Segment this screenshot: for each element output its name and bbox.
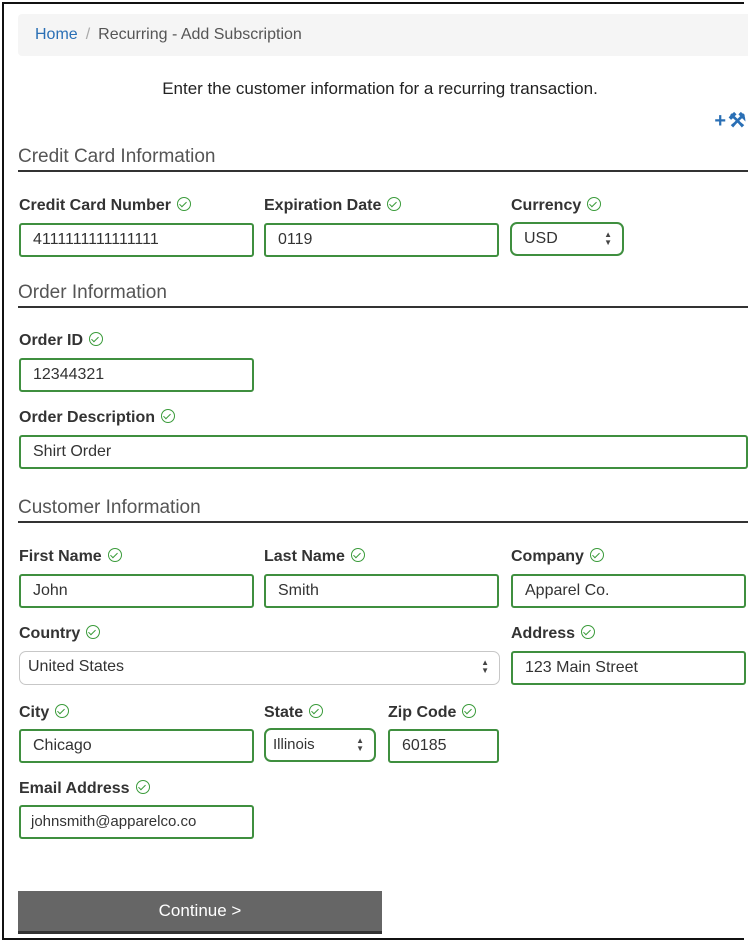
valid-check-icon bbox=[589, 548, 604, 562]
valid-check-icon bbox=[107, 548, 122, 562]
city-label: City bbox=[19, 703, 70, 722]
company-label: Company bbox=[511, 547, 604, 566]
country-select[interactable]: United States ▲ ▼ bbox=[19, 651, 500, 685]
last-name-label: Last Name bbox=[264, 547, 365, 566]
valid-check-icon bbox=[462, 704, 477, 718]
first-name-input[interactable]: John bbox=[19, 574, 254, 608]
state-label: State bbox=[264, 703, 324, 722]
select-arrows-icon: ▲ ▼ bbox=[356, 736, 364, 753]
wrench-icon[interactable]: ⚒ bbox=[728, 110, 748, 132]
address-label: Address bbox=[511, 624, 596, 643]
expiration-date-input[interactable]: 0119 bbox=[264, 223, 499, 257]
breadcrumb-separator: / bbox=[85, 26, 91, 43]
address-input[interactable]: 123 Main Street bbox=[511, 651, 746, 685]
zip-code-label: Zip Code bbox=[388, 703, 477, 722]
order-id-input[interactable]: 12344321 bbox=[19, 358, 254, 392]
city-input[interactable]: Chicago bbox=[19, 729, 254, 763]
first-name-label: First Name bbox=[19, 547, 122, 566]
valid-check-icon bbox=[581, 625, 596, 639]
valid-check-icon bbox=[350, 548, 365, 562]
email-address-label: Email Address bbox=[19, 779, 150, 798]
email-address-input[interactable]: johnsmith@apparelco.co bbox=[19, 805, 254, 839]
valid-check-icon bbox=[177, 197, 192, 211]
intro-text: Enter the customer information for a rec… bbox=[162, 79, 598, 98]
section-credit-card: Credit Card Information bbox=[18, 146, 748, 172]
breadcrumb-current: Recurring - Add Subscription bbox=[98, 26, 302, 43]
valid-check-icon bbox=[309, 704, 324, 718]
valid-check-icon bbox=[387, 197, 402, 211]
last-name-input[interactable]: Smith bbox=[264, 574, 499, 608]
valid-check-icon bbox=[161, 409, 176, 423]
plus-icon[interactable]: + bbox=[714, 110, 728, 132]
section-order: Order Information bbox=[18, 282, 748, 308]
state-select[interactable]: Illinois ▲ ▼ bbox=[264, 728, 376, 762]
expiration-date-label: Expiration Date bbox=[264, 196, 402, 215]
currency-label: Currency bbox=[511, 196, 602, 215]
zip-code-input[interactable]: 60185 bbox=[388, 729, 499, 763]
breadcrumb-home-link[interactable]: Home bbox=[35, 26, 78, 43]
company-input[interactable]: Apparel Co. bbox=[511, 574, 746, 608]
currency-select[interactable]: USD ▲ ▼ bbox=[510, 222, 624, 256]
country-label: Country bbox=[19, 624, 101, 643]
order-description-input[interactable]: Shirt Order bbox=[19, 435, 748, 469]
page-frame bbox=[2, 2, 744, 940]
breadcrumb: Home / Recurring - Add Subscription bbox=[18, 14, 748, 56]
order-description-label: Order Description bbox=[19, 408, 176, 427]
valid-check-icon bbox=[86, 625, 101, 639]
valid-check-icon bbox=[55, 704, 70, 718]
card-number-input[interactable]: 4111111111111111 bbox=[19, 223, 254, 257]
select-arrows-icon: ▲ ▼ bbox=[604, 230, 612, 247]
section-customer: Customer Information bbox=[18, 497, 748, 523]
toolbar-icons: +⚒ bbox=[714, 108, 748, 133]
order-id-label: Order ID bbox=[19, 331, 104, 350]
valid-check-icon bbox=[587, 197, 602, 211]
valid-check-icon bbox=[135, 780, 150, 794]
valid-check-icon bbox=[89, 332, 104, 346]
select-arrows-icon: ▲ ▼ bbox=[481, 658, 489, 675]
card-number-label: Credit Card Number bbox=[19, 196, 192, 215]
continue-button[interactable]: Continue > bbox=[18, 891, 382, 934]
